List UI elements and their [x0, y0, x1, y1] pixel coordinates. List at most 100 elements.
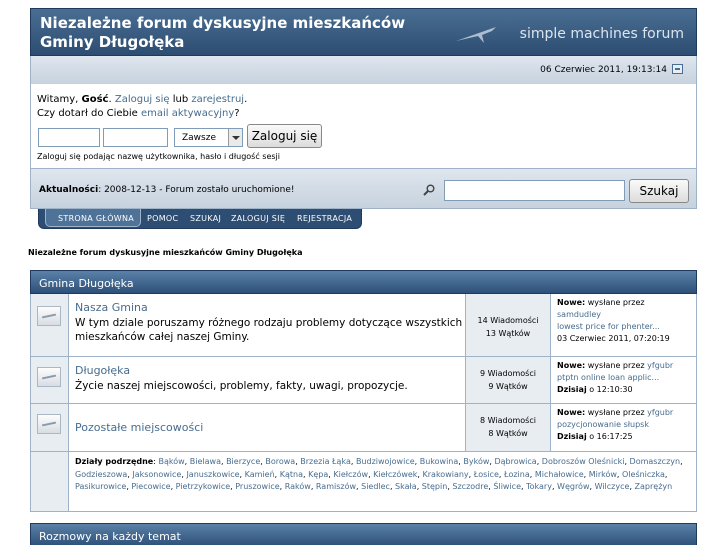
child-board-link[interactable]: Łozina	[504, 470, 530, 479]
child-board-link[interactable]: Węgrów	[557, 482, 589, 491]
menu-item-home[interactable]: STRONA GŁÓWNA	[58, 214, 134, 223]
missed-text: Czy dotarł do Ciebie	[37, 108, 138, 119]
child-board-link[interactable]: Tokary	[526, 482, 552, 491]
breadcrumb[interactable]: Niezależne forum dyskusyjne mieszkańców …	[28, 248, 302, 257]
board-off-icon	[37, 306, 61, 326]
child-board-link[interactable]: Łosice	[474, 470, 499, 479]
or-text: lub	[172, 94, 189, 105]
board-name[interactable]: Nasza Gmina	[75, 301, 465, 314]
board-stats: 14 Wiadomości 13 Wątków	[465, 294, 551, 356]
child-board-link[interactable]: Pruszowice	[235, 482, 279, 491]
child-board-link[interactable]: Ramiszów	[316, 482, 356, 491]
child-board-link[interactable]: Januszkowice	[186, 470, 239, 479]
login-button[interactable]: Zaloguj się	[247, 124, 322, 148]
child-board-link[interactable]: Piecowice	[131, 482, 170, 491]
register-link[interactable]: zarejestruj	[191, 94, 244, 105]
last-post-topic[interactable]: lowest price for phenter...	[557, 322, 660, 331]
board-posts: 14 Wiadomości	[477, 316, 539, 325]
last-post-label: Nowe:	[557, 361, 586, 370]
child-board-link[interactable]: Krakowiany	[423, 470, 469, 479]
smf-logo-text: simple machines forum	[519, 26, 684, 42]
child-board-link[interactable]: Mirków	[589, 470, 617, 479]
child-board-link[interactable]: Raków	[285, 482, 311, 491]
menu-item-search[interactable]: SZUKAJ	[190, 214, 221, 223]
board-off-icon	[37, 367, 61, 387]
child-board-link[interactable]: Godzieszowa	[75, 470, 127, 479]
child-board-link[interactable]: Kamień	[245, 470, 275, 479]
child-board-link[interactable]: Dąbrowica	[494, 457, 536, 466]
child-board-link[interactable]: Siedlec	[361, 482, 390, 491]
search-input[interactable]	[444, 180, 625, 201]
last-post-author[interactable]: samdudley	[557, 310, 601, 319]
menu-item-register[interactable]: REJESTRACJA	[297, 214, 352, 223]
board-last-post: Nowe: wysłane przez samdudley lowest pri…	[552, 294, 697, 356]
child-board-link[interactable]: Kątna	[280, 470, 303, 479]
board-icon-cell	[31, 294, 69, 356]
guest-name: Gość	[81, 94, 109, 105]
child-board-link[interactable]: Skała	[395, 482, 417, 491]
category-header[interactable]: Rozmowy na każdy temat	[30, 523, 697, 545]
child-board-link[interactable]: Oleśniczka	[622, 470, 665, 479]
child-board-link[interactable]: Kępa	[308, 470, 328, 479]
username-input[interactable]	[38, 128, 100, 147]
board-last-post: Nowe: wysłane przez yfgubr pozycjonowani…	[552, 404, 697, 451]
child-board-link[interactable]: Byków	[463, 457, 489, 466]
collapse-icon[interactable]	[672, 64, 683, 74]
last-post-day: Dzisiaj	[557, 385, 587, 394]
child-board-link[interactable]: Jaksonowice	[132, 470, 181, 479]
category-header[interactable]: Gmina Długołęka	[30, 270, 697, 294]
child-board-link[interactable]: Dobroszów Oleśnicki	[542, 457, 625, 466]
child-board-link[interactable]: Pietrzykowice	[176, 482, 230, 491]
child-board-link[interactable]: Michałowice	[535, 470, 584, 479]
child-boards-spacer	[31, 452, 69, 511]
child-board-link[interactable]: Pasikurowice	[75, 482, 126, 491]
search-icon	[423, 184, 435, 196]
current-date: 06 Czerwiec 2011, 19:13:14	[540, 65, 667, 75]
child-board-link[interactable]: Budziwojowice	[356, 457, 415, 466]
child-board-link[interactable]: Bukowina	[420, 457, 459, 466]
menu-item-help[interactable]: POMOC	[147, 214, 178, 223]
activation-link[interactable]: email aktywacyjny	[141, 108, 234, 119]
last-post-author[interactable]: yfgubr	[647, 361, 673, 370]
last-post-topic[interactable]: ptptn online loan applic...	[557, 373, 659, 382]
news-line: Aktualności: 2008-12-13 - Forum zostało …	[39, 185, 295, 195]
child-board-link[interactable]: Bąków	[158, 457, 184, 466]
board-posts: 9 Wiadomości	[480, 369, 536, 378]
child-board-link[interactable]: Śliwice	[493, 482, 521, 491]
child-board-link[interactable]: Kiełczów	[333, 470, 368, 479]
child-board-link[interactable]: Zaprężyn	[635, 482, 673, 491]
child-board-link[interactable]: Borowa	[265, 457, 295, 466]
last-post-day: Dzisiaj	[557, 432, 587, 441]
chevron-down-icon[interactable]	[228, 129, 242, 146]
child-board-link[interactable]: Domaszczyn	[630, 457, 681, 466]
last-post-time: o 16:17:25	[589, 432, 633, 441]
last-post-author[interactable]: yfgubr	[647, 408, 673, 417]
welcome-text: Witamy,	[37, 94, 79, 105]
search-button[interactable]: Szukaj	[629, 179, 689, 203]
board-name[interactable]: Długołęka	[75, 364, 465, 377]
forum-title: Niezależne forum dyskusyjne mieszkańców …	[40, 14, 406, 51]
child-boards-list: Działy podrzędne: Bąków, Bielawa, Bierzy…	[75, 457, 683, 491]
board-row: Długołęka Życie naszej miejscowości, pro…	[30, 357, 697, 404]
child-board-link[interactable]: Wilczyce	[595, 482, 630, 491]
session-length-select[interactable]: Zawsze	[174, 128, 243, 147]
last-post-time: o 12:10:30	[589, 385, 633, 394]
last-post-by: wysłane przez	[587, 408, 645, 417]
child-boards: Działy podrzędne: Bąków, Bielawa, Bierzy…	[30, 452, 697, 512]
main-menu: STRONA GŁÓWNA POMOC SZUKAJ ZALOGUJ SIĘ R…	[38, 209, 362, 229]
forum-header: Niezależne forum dyskusyjne mieszkańców …	[30, 8, 697, 56]
child-board-link[interactable]: Brzezia Łąka	[300, 457, 351, 466]
last-post-topic[interactable]: pozycjonowanie słupsk	[557, 420, 649, 429]
login-link[interactable]: Zaloguj się	[115, 94, 170, 105]
child-board-link[interactable]: Bielawa	[190, 457, 221, 466]
menu-item-login[interactable]: ZALOGUJ SIĘ	[231, 214, 285, 223]
child-board-link[interactable]: Bierzyce	[226, 457, 260, 466]
child-board-link[interactable]: Kiełczówek	[373, 470, 417, 479]
child-boards-label: Działy podrzędne	[75, 457, 154, 466]
board-name[interactable]: Pozostałe miejscowości	[75, 421, 465, 434]
board-row: Pozostałe miejscowości 8 Wiadomości 8 Wą…	[30, 404, 697, 452]
board-topics: 8 Wątków	[488, 429, 528, 438]
password-input[interactable]	[103, 128, 168, 147]
child-board-link[interactable]: Szczodre	[452, 482, 488, 491]
child-board-link[interactable]: Stępin	[422, 482, 448, 491]
